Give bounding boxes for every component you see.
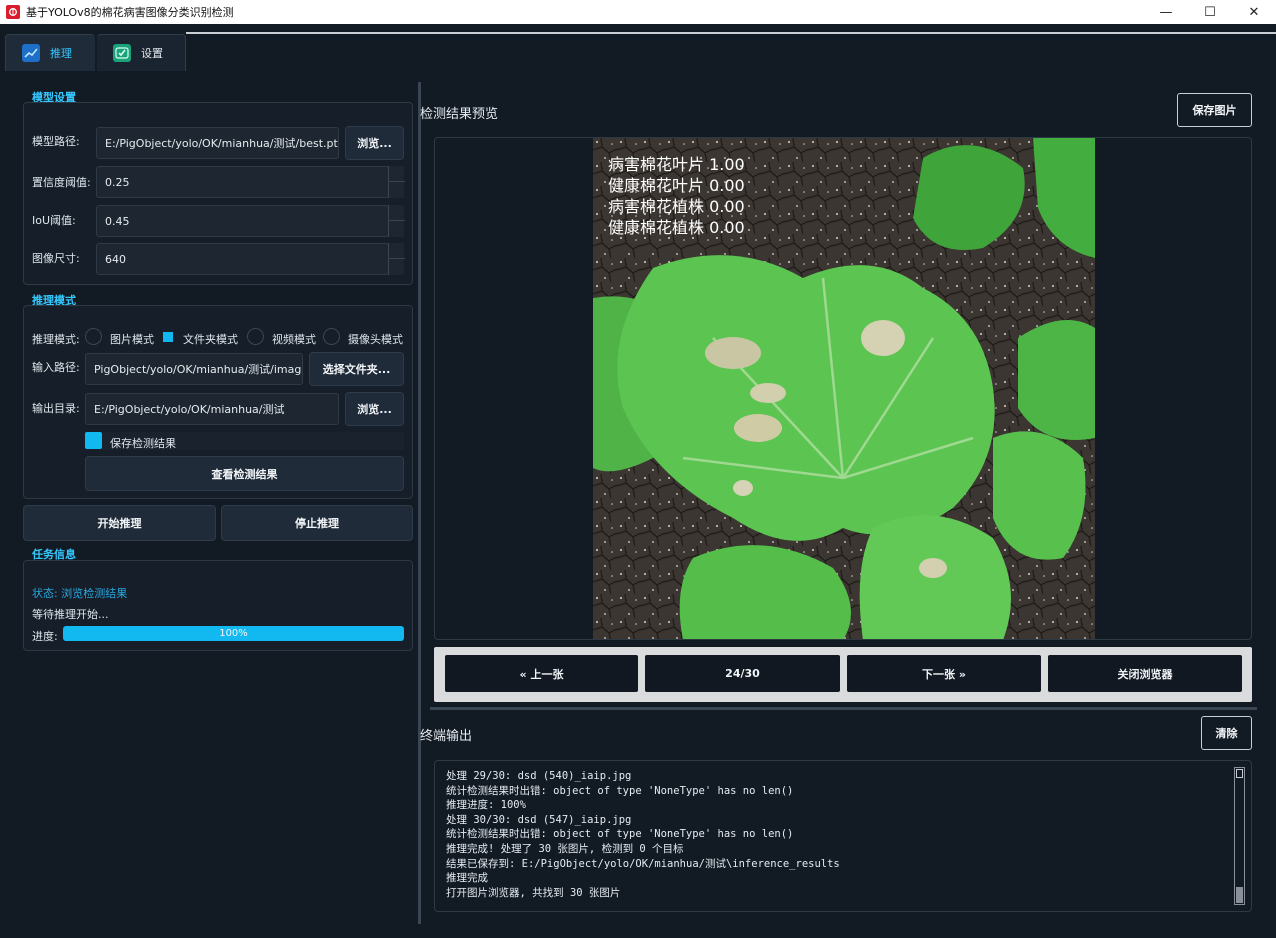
terminal-line: 处理 30/30: dsd (547)_iaip.jpg [446,813,632,826]
terminal-line: 统计检测结果时出错: object of type 'NoneType' has… [446,784,794,797]
progress-label: 进度: [32,630,58,643]
terminal-line: 统计检测结果时出错: object of type 'NoneType' has… [446,828,794,841]
stop-inference-button[interactable]: 停止推理 [221,505,413,541]
model-path-label: 模型路径: [32,135,80,148]
overlay-line: 健康棉花叶片 0.00 [608,176,745,195]
splitter-handle[interactable] [418,82,421,924]
prev-image-button[interactable]: « 上一张 [445,655,638,692]
scroll-up-icon[interactable] [1236,769,1243,778]
mode-label: 推理模式: [32,333,80,346]
chart-line-icon [22,44,40,62]
terminal-line: 结果已保存到: E:/PigObject/yolo/OK/mianhua/测试\… [446,857,840,870]
overlay-line: 健康棉花植株 0.00 [608,218,745,237]
waiting-text: 等待推理开始... [32,608,109,621]
close-button[interactable]: ✕ [1232,0,1276,24]
maximize-button[interactable]: ☐ [1188,0,1232,24]
iou-spinbox[interactable]: 0.45 [96,205,389,237]
video-mode-label: 视频模式 [272,333,316,346]
terminal-scrollbar[interactable] [1234,767,1245,905]
terminal-line: 推理完成! 处理了 30 张图片, 检测到 0 个目标 [446,842,684,855]
confidence-label: 置信度阈值: [32,176,91,189]
next-image-button[interactable]: 下一张 » [847,655,1041,692]
confidence-spinbox[interactable]: 0.25 [96,166,389,198]
output-browse-button[interactable]: 浏览... [345,392,404,426]
minimize-button[interactable]: — [1144,0,1188,24]
radio-camera-mode[interactable] [323,328,340,345]
tab-underline [186,32,1276,34]
save-results-checkbox[interactable] [85,432,102,449]
image-mode-label: 图片模式 [110,333,154,346]
tab-settings-label: 设置 [141,47,163,60]
check-icon [113,44,131,62]
output-dir-label: 输出目录: [32,402,80,415]
terminal-line: 推理完成 [446,872,488,885]
output-dir-input[interactable]: E:/PigObject/yolo/OK/mianhua/测试 [85,393,339,425]
terminal-output[interactable]: 处理 29/30: dsd (540)_iaip.jpg 统计检测结果时出错: … [434,760,1252,912]
app-logo-icon [6,5,20,19]
overlay-line: 病害棉花植株 0.00 [608,197,745,216]
image-size-spinbox[interactable]: 640 [96,243,389,275]
tab-inference-label: 推理 [50,47,72,60]
select-folder-button[interactable]: 选择文件夹... [309,352,404,386]
progress-text: 100% [219,628,248,639]
view-results-button[interactable]: 查看检测结果 [85,456,404,491]
status-text: 状态: 浏览检测结果 [32,587,128,600]
image-size-stepper[interactable] [388,243,405,275]
title-bar: 基于YOLOv8的棉花病害图像分类识别检测 — ☐ ✕ [0,0,1276,24]
folder-mode-label: 文件夹模式 [183,333,238,346]
scroll-thumb[interactable] [1236,887,1243,903]
save-image-button[interactable]: 保存图片 [1177,93,1252,127]
preview-title: 检测结果预览 [420,107,499,122]
image-size-label: 图像尺寸: [32,252,80,265]
radio-folder-mode[interactable] [163,332,173,342]
window-title: 基于YOLOv8的棉花病害图像分类识别检测 [26,6,234,19]
clear-terminal-button[interactable]: 清除 [1201,716,1252,750]
iou-label: IoU阈值: [32,214,76,227]
terminal-title: 终端输出 [420,729,473,744]
radio-image-mode[interactable] [85,328,102,345]
image-counter: 24/30 [645,655,840,692]
image-navigation: « 上一张 24/30 下一张 » 关闭浏览器 [434,647,1252,702]
close-browser-button[interactable]: 关闭浏览器 [1048,655,1242,692]
start-inference-button[interactable]: 开始推理 [23,505,216,541]
progress-bar: 100% [63,626,404,641]
tab-settings[interactable]: 设置 [97,34,186,71]
iou-stepper[interactable] [388,205,405,237]
overlay-line: 病害棉花叶片 1.00 [608,155,745,174]
save-results-label: 保存检测结果 [110,437,176,450]
model-path-input[interactable]: E:/PigObject/yolo/OK/mianhua/测试/best.pt [96,127,339,159]
terminal-line: 推理进度: 100% [446,799,526,812]
preview-frame: 病害棉花叶片 1.00 健康棉花叶片 0.00 病害棉花植株 0.00 健康棉花… [434,137,1252,640]
radio-video-mode[interactable] [247,328,264,345]
detection-overlay: 病害棉花叶片 1.00 健康棉花叶片 0.00 病害棉花植株 0.00 健康棉花… [608,154,745,238]
detection-image: 病害棉花叶片 1.00 健康棉花叶片 0.00 病害棉花植株 0.00 健康棉花… [593,138,1095,639]
horizontal-splitter[interactable] [430,707,1257,710]
camera-mode-label: 摄像头模式 [348,333,403,346]
terminal-line: 打开图片浏览器, 共找到 30 张图片 [446,886,621,899]
tab-inference[interactable]: 推理 [5,34,95,71]
input-path-label: 输入路径: [32,361,80,374]
terminal-line: 处理 29/30: dsd (540)_iaip.jpg [446,770,632,782]
input-path-input[interactable]: PigObject/yolo/OK/mianhua/测试/image [85,353,303,385]
confidence-stepper[interactable] [388,166,405,198]
model-browse-button[interactable]: 浏览... [345,126,404,160]
